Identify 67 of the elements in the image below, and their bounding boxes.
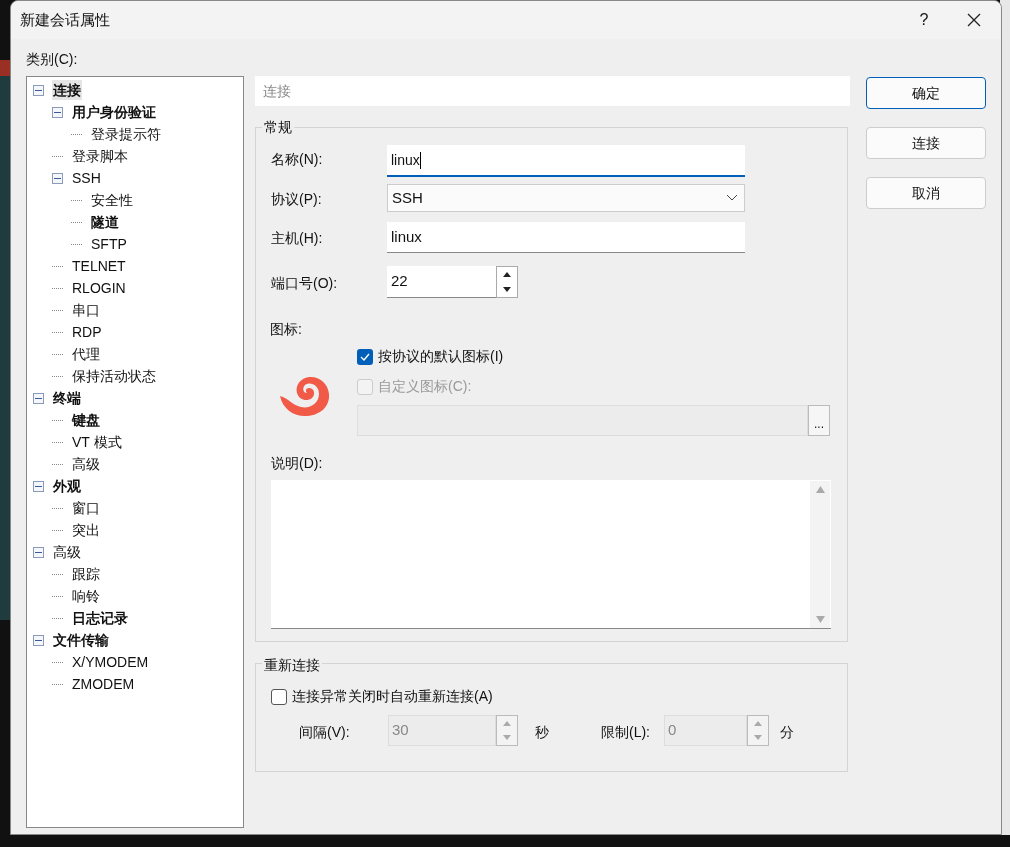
tree-item[interactable]: 突出 [71, 520, 101, 540]
collapse-icon[interactable] [33, 84, 44, 96]
tree-item[interactable]: 外观 [52, 476, 82, 496]
interval-label: 间隔(V): [299, 723, 350, 742]
minutes-unit: 分 [780, 723, 794, 742]
tree-item[interactable]: TELNET [71, 256, 127, 276]
tree-item[interactable]: 串口 [71, 300, 101, 320]
tree-item[interactable]: SSH [71, 168, 102, 188]
protocol-dropdown[interactable]: SSH [387, 184, 745, 212]
dialog-button[interactable]: 连接 [866, 127, 986, 159]
tree-item[interactable]: 登录提示符 [90, 124, 162, 144]
tree-item[interactable]: RDP [71, 322, 103, 342]
chevron-down-icon [726, 194, 738, 202]
host-field[interactable]: linux [387, 222, 745, 253]
tree-item[interactable]: SFTP [90, 234, 128, 254]
name-label: 名称(N): [271, 150, 323, 169]
tree-item[interactable]: 连接 [52, 80, 82, 100]
description-label: 说明(D): [271, 454, 323, 473]
limit-label: 限制(L): [601, 723, 650, 742]
port-label: 端口号(O): [271, 274, 338, 293]
tree-item[interactable]: 窗口 [71, 498, 101, 518]
seconds-unit: 秒 [535, 723, 549, 742]
spiral-shell-icon [279, 376, 331, 418]
tree-item[interactable]: RLOGIN [71, 278, 127, 298]
tree-item[interactable]: 响铃 [71, 586, 101, 606]
tree-item[interactable]: 隧道 [90, 212, 120, 232]
icon-label: 图标: [270, 320, 302, 339]
dialog-button[interactable]: 确定 [866, 77, 986, 109]
protocol-label: 协议(P): [271, 190, 322, 209]
tree-item[interactable]: 登录脚本 [71, 146, 129, 166]
tree-item[interactable]: 安全性 [90, 190, 134, 210]
window-title: 新建会话属性 [20, 9, 110, 30]
collapse-icon[interactable] [52, 106, 63, 118]
tree-item[interactable]: 高级 [71, 454, 101, 474]
tree-item[interactable]: 终端 [52, 388, 82, 408]
host-label: 主机(H): [271, 229, 323, 248]
help-button[interactable]: ? [901, 1, 947, 39]
tree-item[interactable]: 代理 [71, 344, 101, 364]
tree-item[interactable]: 用户身份验证 [71, 102, 157, 122]
checkbox[interactable] [271, 688, 287, 705]
custom-icon-path-field[interactable] [357, 405, 808, 436]
tree-item[interactable]: X/YMODEM [71, 652, 150, 672]
port-field[interactable]: 22 [387, 266, 496, 298]
dialog-button[interactable]: 取消 [866, 177, 986, 209]
collapse-icon[interactable] [33, 546, 44, 558]
checkbox-label: 自定义图标(C): [378, 377, 472, 396]
checkbox-label: 连接异常关闭时自动重新连接(A) [292, 687, 493, 706]
tree-item[interactable]: 文件传输 [52, 630, 110, 650]
port-spinner[interactable] [496, 266, 518, 298]
collapse-icon[interactable] [33, 392, 44, 404]
tree-item[interactable]: 跟踪 [71, 564, 101, 584]
collapse-icon[interactable] [52, 172, 63, 184]
panel-title: 连接 [255, 76, 850, 106]
category-label: 类别(C): [26, 50, 78, 69]
collapse-icon[interactable] [33, 634, 44, 646]
name-field[interactable]: linux [387, 145, 745, 177]
checkmark-icon [360, 352, 370, 361]
browse-button[interactable]: ... [808, 405, 830, 436]
tree-item[interactable]: 键盘 [71, 410, 101, 430]
tree-item[interactable]: 保持活动状态 [71, 366, 157, 386]
tree-item[interactable]: ZMODEM [71, 674, 136, 694]
checkbox[interactable] [357, 348, 373, 365]
checkbox-label: 按协议的默认图标(I) [378, 347, 504, 366]
collapse-icon[interactable] [33, 480, 44, 492]
tree-item[interactable]: 日志记录 [71, 608, 129, 628]
tree-item[interactable]: VT 模式 [71, 432, 123, 452]
tree-item[interactable]: 高级 [52, 542, 82, 562]
